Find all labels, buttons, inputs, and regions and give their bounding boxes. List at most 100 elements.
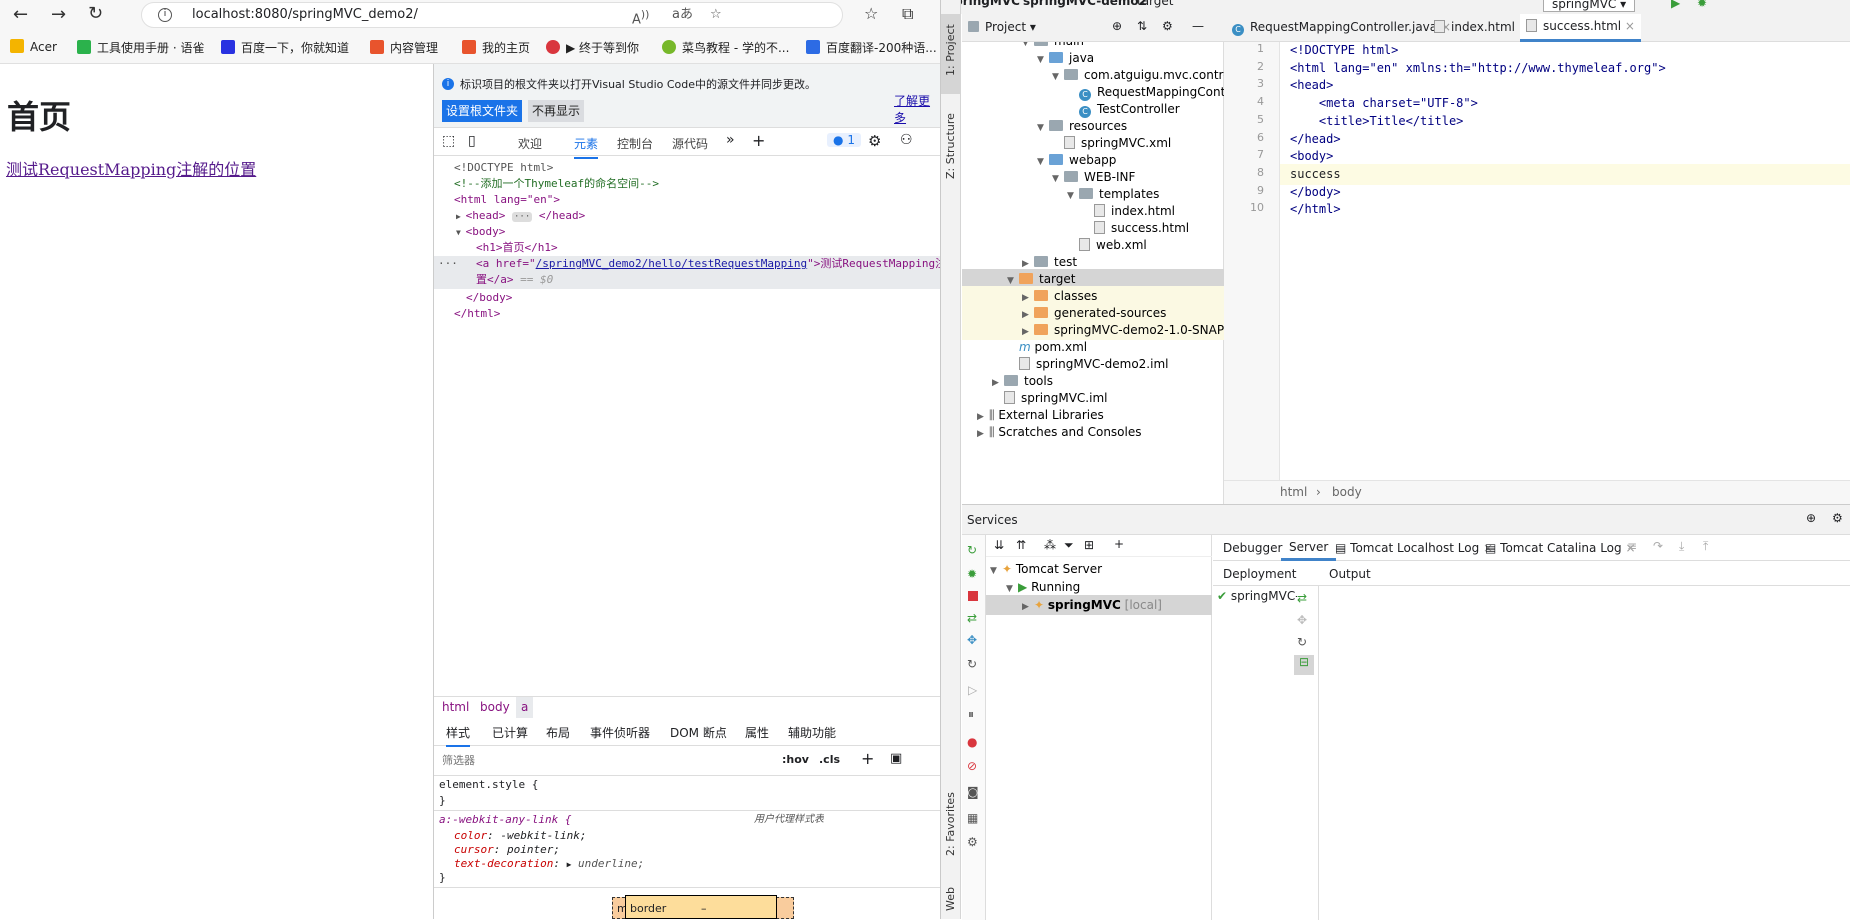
style-prop-row[interactable]: text-decoration: ▶ underline; <box>454 857 644 873</box>
favorite-add-icon[interactable]: ☆ <box>710 3 722 27</box>
tab-event-listeners[interactable]: 事件侦听器 <box>590 724 650 741</box>
bookmark-item[interactable]: 工具使用手册 · 语雀 <box>77 39 204 56</box>
info-icon[interactable]: i <box>158 8 172 22</box>
web-tool-button[interactable]: Web <box>941 875 961 915</box>
layout-icon[interactable]: ▦ <box>967 811 978 825</box>
device-icon[interactable]: ▯ <box>468 133 476 149</box>
add-icon[interactable]: + <box>1114 537 1124 551</box>
code-line[interactable]: success <box>1280 163 1850 185</box>
update-icon[interactable]: ✥ <box>967 633 977 647</box>
tab-layout[interactable]: 布局 <box>546 724 570 741</box>
customize-icon[interactable]: ⚇ <box>900 132 913 148</box>
artifact-icon[interactable]: ⊟ <box>1294 655 1314 675</box>
bookmark-item[interactable]: 百度一下，你就知道 <box>221 39 349 56</box>
dom-href-link[interactable]: /springMVC_demo2/hello/testRequestMappin… <box>536 257 808 270</box>
step-over-icon[interactable]: ↷ <box>1653 539 1663 553</box>
code-line[interactable]: </html> <box>1290 199 1341 220</box>
collapse-all-icon[interactable]: ⇅ <box>1137 19 1147 33</box>
breadcrumb-html[interactable]: html <box>442 700 469 714</box>
close-icon[interactable]: × <box>1625 19 1635 33</box>
dismiss-button[interactable]: 不再显示 <box>528 100 585 122</box>
new-rule-icon[interactable]: + <box>861 749 874 768</box>
tab-localhost-log[interactable]: ▤ Tomcat Localhost Log × <box>1335 541 1493 555</box>
collections-icon[interactable]: ⧉ <box>902 4 913 24</box>
computed-sidebar-icon[interactable]: ▣ <box>890 751 902 766</box>
deploy-icon[interactable]: ⇄ <box>1297 591 1307 605</box>
svc-running[interactable]: ▼ ▶ Running <box>1006 577 1080 597</box>
dom-body-row[interactable]: ▼ <body> <box>456 224 505 242</box>
tab-computed[interactable]: 已计算 <box>492 724 528 741</box>
breakpoints-icon[interactable]: ● <box>967 735 977 749</box>
title-module[interactable]: springMVC-demo2 <box>1023 0 1147 8</box>
translate-icon[interactable]: aあ <box>672 3 693 27</box>
test-link[interactable]: 测试RequestMapping注解的位置 <box>6 156 256 180</box>
issues-badge[interactable]: ● 1 <box>827 133 861 147</box>
style-prop-row[interactable]: cursor: pointer; <box>454 843 560 858</box>
tab-debugger[interactable]: Debugger <box>1223 541 1282 555</box>
project-tool-button[interactable]: 1: Project <box>941 14 961 94</box>
bookmark-item[interactable]: ▶ 终于等到你 <box>546 39 639 56</box>
refresh-icon[interactable]: ↻ <box>1297 635 1307 649</box>
inspect-icon[interactable]: ⬚ <box>442 133 455 149</box>
add-tab-icon[interactable]: + <box>752 131 765 150</box>
cls-toggle[interactable]: .cls <box>819 753 840 766</box>
bookmark-item[interactable]: Acer <box>10 39 57 54</box>
tab-sources[interactable]: 源代码 <box>672 135 708 152</box>
tab-accessibility[interactable]: 辅助功能 <box>788 724 836 741</box>
crumb-body[interactable]: body <box>1332 485 1362 499</box>
read-aloud-icon[interactable]: A)) <box>632 3 649 32</box>
dom-html[interactable]: <html lang="en"> <box>454 192 560 209</box>
set-root-button[interactable]: 设置根文件夹 <box>442 100 523 122</box>
dom-h1[interactable]: <h1>首页</h1> <box>476 240 558 257</box>
code-line[interactable]: <html lang="en" xmlns:th="http://www.thy… <box>1290 58 1666 79</box>
run-icon[interactable]: ▶ <box>1671 0 1680 10</box>
dom-html-close[interactable]: </html> <box>454 306 500 323</box>
styles-filter-input[interactable] <box>438 750 772 772</box>
settings-icon[interactable]: ⚙ <box>868 132 881 150</box>
stop-icon[interactable] <box>968 591 978 601</box>
address-bar[interactable]: i localhost:8080/springMVC_demo2/ A)) aあ… <box>141 2 843 28</box>
group-icon[interactable]: ⁂ <box>1044 538 1056 552</box>
forward-icon[interactable]: → <box>51 4 66 25</box>
bookmark-item[interactable]: 百度翻译-200种语... <box>806 39 937 56</box>
editor-tab-active[interactable]: success.html × <box>1520 14 1641 42</box>
globe-icon[interactable]: ⊕ <box>1806 511 1816 525</box>
resume-icon[interactable]: ▷ <box>968 683 977 697</box>
collapse-all-icon[interactable]: ⇈ <box>1016 538 1026 552</box>
mute-breakpoints-icon[interactable]: ⊘ <box>967 759 977 773</box>
element-style-rule[interactable]: element.style { <box>439 778 538 793</box>
settings-icon[interactable]: ⚙ <box>1162 19 1173 33</box>
svc-springmvc[interactable]: ▶ ✦ springMVC [local] <box>986 595 1212 615</box>
dom-selected-row[interactable]: ··· <a href="/springMVC_demo2/hello/test… <box>434 256 979 289</box>
back-icon[interactable]: ← <box>13 4 28 25</box>
tab-catalina-log[interactable]: ▤ Tomcat Catalina Log × <box>1485 541 1636 555</box>
hov-toggle[interactable]: :hov <box>782 753 809 766</box>
favorites-tool-button[interactable]: 2: Favorites <box>941 780 961 870</box>
debug-icon[interactable]: ✹ <box>1697 0 1707 10</box>
refresh-icon[interactable]: ↻ <box>967 543 977 557</box>
reload-icon[interactable]: ↻ <box>88 3 103 24</box>
dom-head-row[interactable]: ▶ <head> ··· </head> <box>456 208 585 226</box>
pause-icon[interactable]: ⏸ <box>968 707 974 722</box>
debug-icon[interactable]: ✹ <box>967 567 977 581</box>
tab-properties[interactable]: 属性 <box>745 724 769 741</box>
tab-welcome[interactable]: 欢迎 <box>518 135 542 152</box>
dom-body-close[interactable]: </body> <box>466 290 512 307</box>
tab-dom-breakpoints[interactable]: DOM 断点 <box>670 724 727 741</box>
menu-icon[interactable]: ≡ <box>1627 539 1637 553</box>
tab-console[interactable]: 控制台 <box>617 135 653 152</box>
run-config-select[interactable]: springMVC ▾ <box>1543 0 1636 12</box>
crumb-html[interactable]: html <box>1280 485 1307 499</box>
bookmark-item[interactable]: 菜鸟教程 - 学的不... <box>662 39 789 56</box>
learn-more-link[interactable]: 了解更多 <box>894 92 941 126</box>
move-icon[interactable]: ✥ <box>1297 613 1307 627</box>
settings-icon[interactable]: ⚙ <box>1832 511 1843 525</box>
step-out-icon[interactable]: ⤒ <box>1703 539 1708 554</box>
bookmark-item[interactable]: 我的主页 <box>462 39 530 56</box>
deployment-item[interactable]: ✔ springMVC-demo2 <box>1217 589 1297 603</box>
step-into-icon[interactable]: ⤓ <box>1679 539 1684 554</box>
hide-icon[interactable]: — <box>1192 19 1204 33</box>
tree-item[interactable]: ▶ ⫼ Scratches and Consoles <box>962 422 1224 442</box>
filter-icon[interactable]: ⏷ <box>1064 538 1074 553</box>
settings-icon[interactable]: ⚙ <box>967 835 978 849</box>
